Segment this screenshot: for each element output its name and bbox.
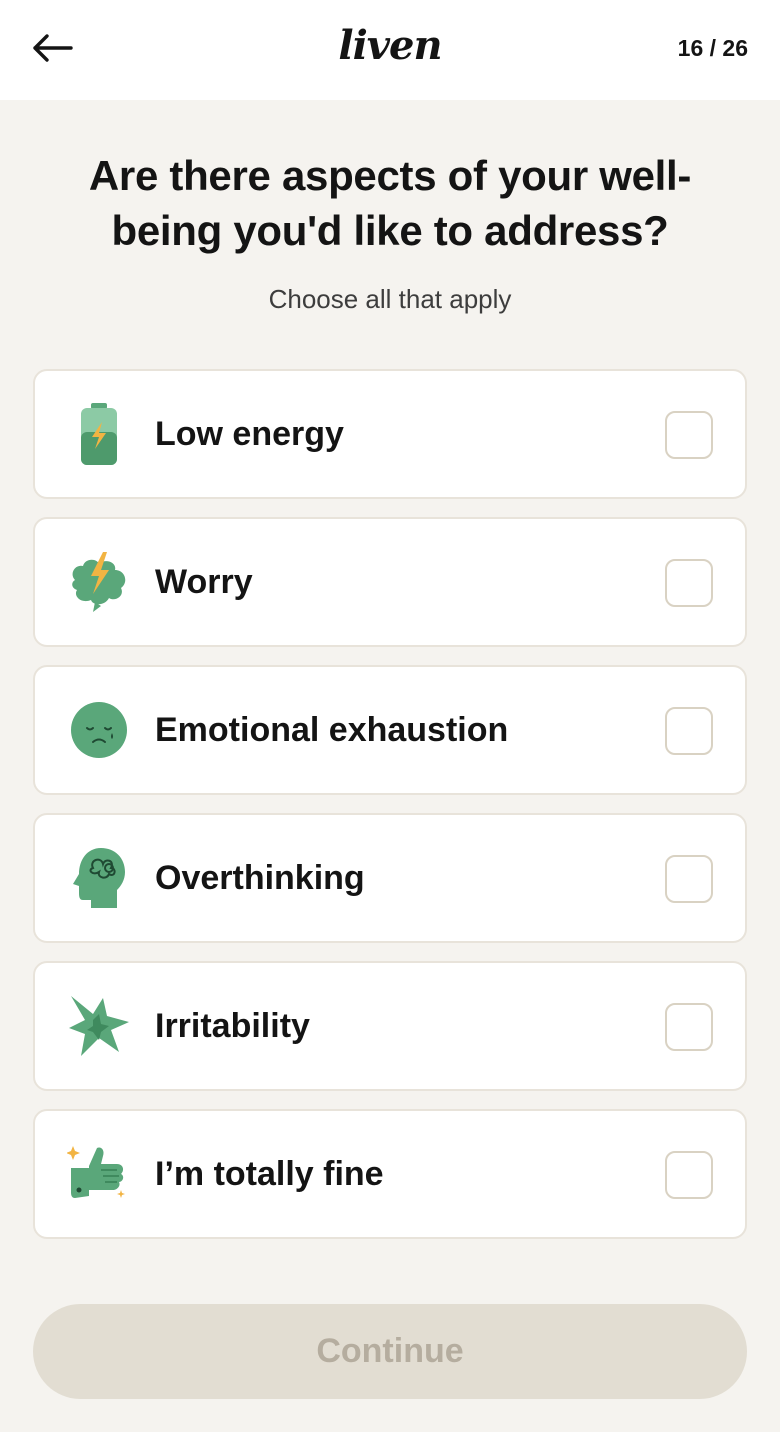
option-label: Worry [155, 562, 253, 601]
app-logo: liven [338, 22, 442, 69]
option-label: I’m totally fine [155, 1154, 384, 1193]
option-label: Emotional exhaustion [155, 710, 509, 749]
checkbox[interactable] [665, 1151, 713, 1199]
option-worry[interactable]: Worry [33, 517, 747, 647]
option-overthinking[interactable]: Overthinking [33, 813, 747, 943]
head-tangle-icon [67, 846, 131, 910]
option-irritability[interactable]: Irritability [33, 961, 747, 1091]
sad-face-icon [67, 698, 131, 762]
thumbs-up-icon [67, 1142, 131, 1206]
step-counter: 16 / 26 [677, 35, 748, 61]
checkbox[interactable] [665, 411, 713, 459]
option-label: Overthinking [155, 858, 365, 897]
option-emotional-exhaustion[interactable]: Emotional exhaustion [33, 665, 747, 795]
options-list: Low energy Worry Emotional exhaustion Ov… [33, 369, 747, 1257]
checkbox[interactable] [665, 559, 713, 607]
option-label: Low energy [155, 414, 344, 453]
brain-lightning-icon [67, 550, 131, 614]
battery-icon [67, 402, 131, 466]
burst-icon [67, 994, 131, 1058]
checkbox[interactable] [665, 855, 713, 903]
continue-button[interactable]: Continue [33, 1304, 747, 1399]
checkbox[interactable] [665, 707, 713, 755]
option-label: Irritability [155, 1006, 310, 1045]
page-title: Are there aspects of your well-being you… [88, 152, 692, 254]
top-bar: liven 16 / 26 [0, 0, 780, 100]
option-low-energy[interactable]: Low energy [33, 369, 747, 499]
page-subtitle: Choose all that apply [268, 284, 512, 314]
checkbox[interactable] [665, 1003, 713, 1051]
option-totally-fine[interactable]: I’m totally fine [33, 1109, 747, 1239]
